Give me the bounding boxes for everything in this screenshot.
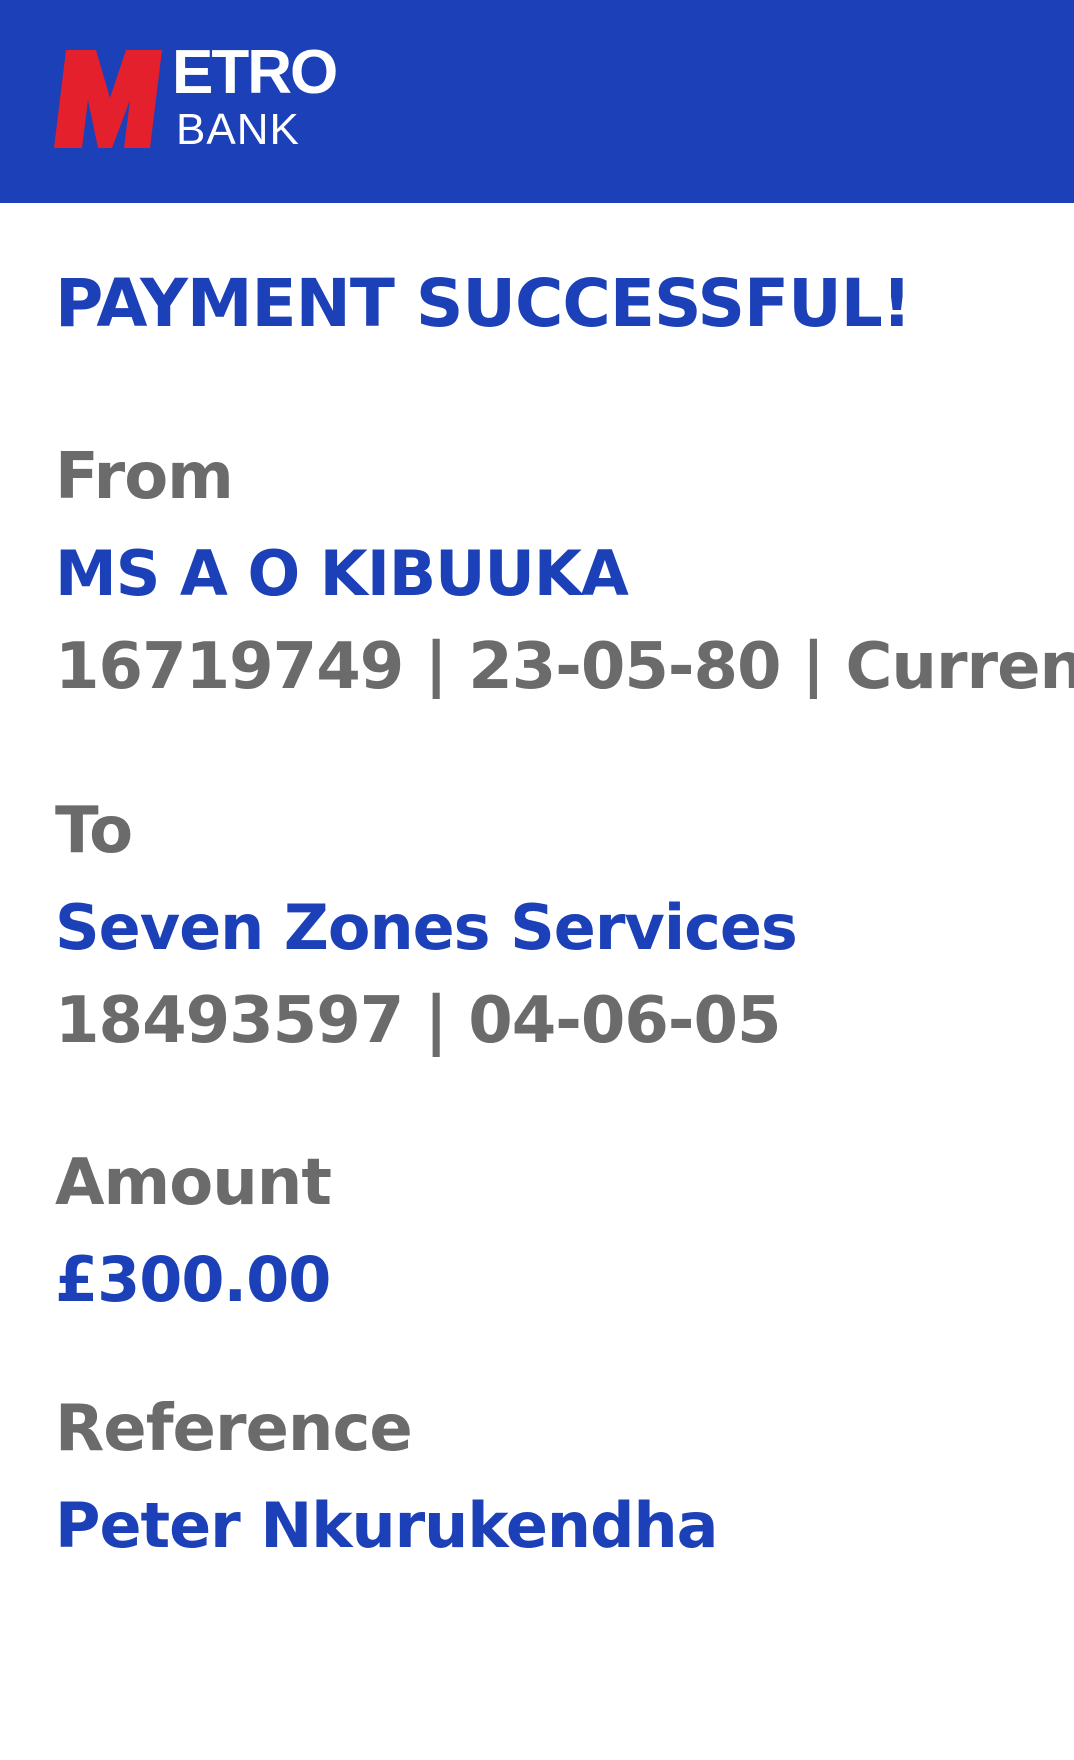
amount-label: Amount: [55, 1146, 332, 1220]
metro-m-icon: [54, 50, 162, 148]
reference-label: Reference: [55, 1392, 413, 1466]
to-label: To: [55, 794, 133, 868]
metro-bank-logo: ETRO BANK: [54, 42, 344, 154]
to-account-details: 18493597 | 04-06-05: [55, 984, 781, 1058]
from-label: From: [55, 440, 234, 514]
amount-value: £300.00: [55, 1243, 331, 1316]
app-header: ETRO BANK: [0, 0, 1074, 203]
to-payee-name: Seven Zones Services: [55, 891, 798, 964]
page-title: PAYMENT SUCCESSFUL!: [55, 265, 912, 342]
from-account-name: MS A O KIBUUKA: [55, 537, 629, 610]
from-account-details: 16719749 | 23-05-80 | Current...: [55, 635, 1074, 699]
logo-etro-text: ETRO: [172, 38, 338, 107]
logo-bank-text: BANK: [176, 105, 300, 154]
reference-value: Peter Nkurukendha: [55, 1489, 718, 1562]
